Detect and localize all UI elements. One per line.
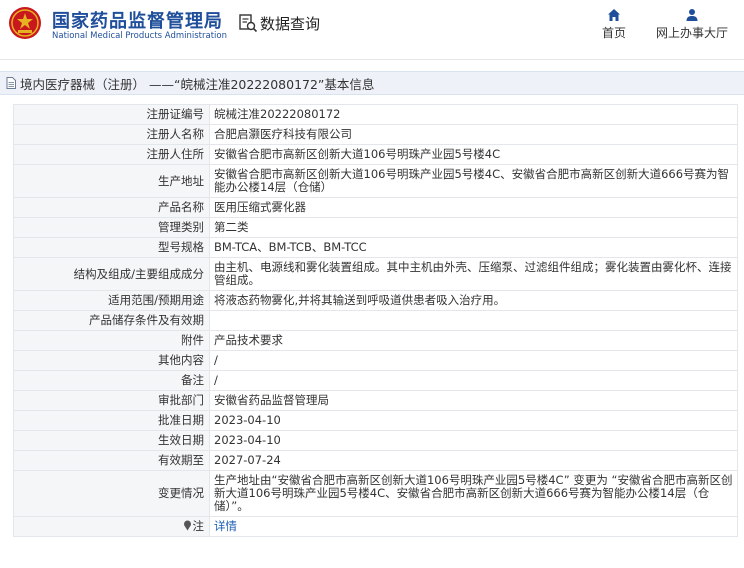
field-value: 2027-07-24 xyxy=(209,450,738,471)
table-row: 结构及组成/主要组成成分 由主机、电源线和雾化装置组成。其中主机由外壳、压缩泵、过… xyxy=(13,257,738,291)
data-search-icon xyxy=(239,14,258,33)
field-label: 注册证编号 xyxy=(13,104,210,125)
note-label-cell: 注 xyxy=(13,516,210,537)
field-value: 2023-04-10 xyxy=(209,430,738,451)
brand-name-en: National Medical Products Administration xyxy=(52,31,227,41)
document-icon xyxy=(6,77,16,89)
field-label: 生产地址 xyxy=(13,164,210,198)
site-header: 国家药品监督管理局 National Medical Products Admi… xyxy=(0,0,744,60)
field-value: 皖械注准20222080172 xyxy=(209,104,738,125)
field-label: 备注 xyxy=(13,370,210,391)
table-row: 有效期至 2027-07-24 xyxy=(13,450,738,471)
field-value: / xyxy=(209,370,738,391)
field-label: 注册人名称 xyxy=(13,124,210,145)
field-label: 管理类别 xyxy=(13,217,210,238)
table-row-note: 注详情 xyxy=(13,516,738,537)
field-label: 生效日期 xyxy=(13,430,210,451)
field-label: 有效期至 xyxy=(13,450,210,471)
field-value: 2023-04-10 xyxy=(209,410,738,431)
table-row: 型号规格 BM-TCA、BM-TCB、BM-TCC xyxy=(13,237,738,258)
field-value: 产品技术要求 xyxy=(209,330,738,351)
table-row: 产品储存条件及有效期 xyxy=(13,310,738,331)
table-row: 生效日期 2023-04-10 xyxy=(13,430,738,451)
field-value: 第二类 xyxy=(209,217,738,238)
field-value: 安徽省合肥市高新区创新大道106号明珠产业园5号楼4C、安徽省合肥市高新区创新大… xyxy=(209,164,738,198)
field-value xyxy=(209,310,738,331)
field-value: 安徽省合肥市高新区创新大道106号明珠产业园5号楼4C xyxy=(209,144,738,165)
field-value: 生产地址由“安徽省合肥市高新区创新大道106号明珠产业园5号楼4C” 变更为 “… xyxy=(209,470,738,517)
table-row: 注册证编号 皖械注准20222080172 xyxy=(13,104,738,125)
field-label: 适用范围/预期用途 xyxy=(13,290,210,311)
table-row: 产品名称 医用压缩式雾化器 xyxy=(13,197,738,218)
registration-info-table: 注册证编号 皖械注准20222080172 注册人名称 合肥启灏医疗科技有限公司 注册人… xyxy=(13,104,738,537)
table-row: 附件 产品技术要求 xyxy=(13,330,738,351)
field-value: 由主机、电源线和雾化装置组成。其中主机由外壳、压缩泵、过滤组件组成；雾化装置由雾… xyxy=(209,257,738,291)
table-row: 变更情况 生产地址由“安徽省合肥市高新区创新大道106号明珠产业园5号楼4C” 变… xyxy=(13,470,738,517)
pin-icon xyxy=(183,520,191,531)
field-label: 审批部门 xyxy=(13,390,210,411)
details-link[interactable]: 详情 xyxy=(214,519,237,533)
record-title-bar: 境内医疗器械（注册） ——“皖械注准20222080172”基本信息 xyxy=(0,71,744,95)
data-query-link[interactable]: 数据查询 xyxy=(238,12,320,34)
home-icon xyxy=(608,9,620,21)
field-label: 批准日期 xyxy=(13,410,210,431)
field-value: 医用压缩式雾化器 xyxy=(209,197,738,218)
field-label: 产品名称 xyxy=(13,197,210,218)
note-value-cell: 详情 xyxy=(209,516,738,537)
table-row: 适用范围/预期用途 将液态药物雾化,并将其输送到呼吸道供患者吸入治疗用。 xyxy=(13,290,738,311)
field-label: 型号规格 xyxy=(13,237,210,258)
nav-home[interactable]: 首页 xyxy=(596,8,632,41)
note-label: 注 xyxy=(192,519,205,533)
nav-online-hall[interactable]: 网上办事大厅 xyxy=(650,8,734,41)
field-value: 合肥启灏医疗科技有限公司 xyxy=(209,124,738,145)
field-label: 注册人住所 xyxy=(13,144,210,165)
table-row: 生产地址 安徽省合肥市高新区创新大道106号明珠产业园5号楼4C、安徽省合肥市高新… xyxy=(13,164,738,198)
table-row: 注册人名称 合肥启灏医疗科技有限公司 xyxy=(13,124,738,145)
table-row: 审批部门 安徽省药品监督管理局 xyxy=(13,390,738,411)
data-query-label: 数据查询 xyxy=(260,14,321,33)
nav-home-label: 首页 xyxy=(601,26,626,40)
field-label: 产品储存条件及有效期 xyxy=(13,310,210,331)
field-value: 将液态药物雾化,并将其输送到呼吸道供患者吸入治疗用。 xyxy=(209,290,738,311)
table-row: 批准日期 2023-04-10 xyxy=(13,410,738,431)
field-value: / xyxy=(209,350,738,371)
emblem-logo-icon xyxy=(9,7,41,39)
field-label: 其他内容 xyxy=(13,350,210,371)
user-icon xyxy=(686,9,698,21)
field-label: 变更情况 xyxy=(13,470,210,517)
field-label: 结构及组成/主要组成成分 xyxy=(13,257,210,291)
record-title: 境内医疗器械（注册） ——“皖械注准20222080172”基本信息 xyxy=(20,76,375,92)
nav-online-hall-label: 网上办事大厅 xyxy=(655,26,728,40)
table-row: 备注 / xyxy=(13,370,738,391)
brand-name-cn: 国家药品监督管理局 xyxy=(52,11,223,32)
table-row: 注册人住所 安徽省合肥市高新区创新大道106号明珠产业园5号楼4C xyxy=(13,144,738,165)
table-row: 管理类别 第二类 xyxy=(13,217,738,238)
field-label: 附件 xyxy=(13,330,210,351)
table-row: 其他内容 / xyxy=(13,350,738,371)
field-value: BM-TCA、BM-TCB、BM-TCC xyxy=(209,237,738,258)
field-value: 安徽省药品监督管理局 xyxy=(209,390,738,411)
